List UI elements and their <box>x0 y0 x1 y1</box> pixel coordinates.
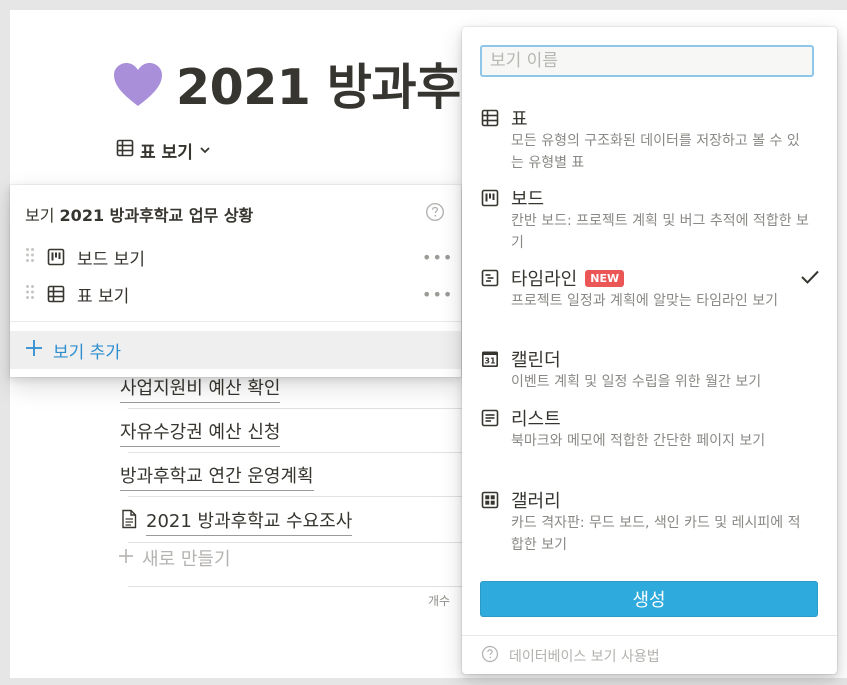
table-divider <box>128 408 470 409</box>
new-badge: NEW <box>585 269 625 287</box>
view-type-list[interactable]: 리스트 북마크와 메모에 적합한 간단한 페이지 보기 <box>481 406 821 452</box>
row-title: 자유수강권 예산 신청 <box>120 418 281 447</box>
divider <box>10 321 461 322</box>
view-item-board[interactable]: 보드 보기 <box>25 244 145 270</box>
view-type-label: 리스트 <box>511 409 561 430</box>
views-menu-title: 보기 2021 방과후학교 업무 상황 <box>25 202 253 226</box>
view-type-gallery[interactable]: 갤러리 카드 격자판: 무드 보드, 색인 카드 및 레시피에 적합한 보기 <box>481 488 821 556</box>
drag-handle-icon[interactable] <box>25 284 35 305</box>
view-type-description: 북마크와 메모에 적합한 간단한 페이지 보기 <box>511 433 766 449</box>
view-type-description: 모든 유형의 구조화된 데이터를 저장하고 볼 수 있는 유형별 표 <box>511 133 800 171</box>
views-menu-title-db: 2021 방과후학교 업무 상황 <box>59 206 254 225</box>
table-row[interactable]: 방과후학교 연간 운영계획 <box>120 462 314 491</box>
table-divider <box>128 496 470 497</box>
calendar-icon: 31 <box>481 350 499 368</box>
row-title: 방과후학교 연간 운영계획 <box>120 462 314 491</box>
view-switch-label: 표 보기 <box>140 143 193 163</box>
view-type-label: 갤러리 <box>511 491 561 512</box>
table-row[interactable]: 자유수강권 예산 신청 <box>120 418 281 447</box>
new-view-panel: 표 모든 유형의 구조화된 데이터를 저장하고 볼 수 있는 유형별 표 보드 … <box>462 27 837 674</box>
help-circle-icon[interactable] <box>425 202 445 226</box>
view-type-description: 프로젝트 일정과 계획에 알맞는 타임라인 보기 <box>511 293 778 309</box>
view-item-label: 보드 보기 <box>77 249 145 270</box>
count-label[interactable]: 개수 <box>428 592 450 609</box>
view-type-label: 타임라인 <box>511 269 578 290</box>
views-menu-title-prefix: 보기 <box>25 206 55 225</box>
chevron-down-icon <box>199 141 211 161</box>
view-type-description: 칸반 보드: 프로젝트 계획 및 버그 추적에 적합한 보기 <box>511 213 809 251</box>
view-type-description: 이벤트 계획 및 일정 수립을 위한 월간 보기 <box>511 374 762 390</box>
more-icon[interactable]: ••• <box>422 285 453 304</box>
table-divider <box>128 586 470 587</box>
view-item-label: 표 보기 <box>77 286 130 307</box>
table-icon <box>481 109 499 127</box>
plus-icon <box>118 548 134 569</box>
database-help-label: 데이터베이스 보기 사용법 <box>509 649 660 665</box>
database-help-link[interactable]: 데이터베이스 보기 사용법 <box>481 645 660 667</box>
board-icon <box>47 248 65 266</box>
gallery-icon <box>481 491 499 509</box>
table-icon <box>47 285 65 303</box>
views-menu: 보기 2021 방과후학교 업무 상황 보드 보기 ••• 표 보기 ••• 보… <box>10 185 461 377</box>
help-circle-icon <box>481 645 499 667</box>
create-button[interactable]: 생성 <box>480 581 818 617</box>
checkmark-icon <box>800 269 820 289</box>
board-icon <box>481 189 499 207</box>
view-type-description: 카드 격자판: 무드 보드, 색인 카드 및 레시피에 적합한 보기 <box>511 515 801 553</box>
add-view-label: 보기 추가 <box>53 342 121 363</box>
table-divider <box>128 542 470 543</box>
view-item-table[interactable]: 표 보기 <box>25 281 129 307</box>
view-type-calendar[interactable]: 31 캘린더 이벤트 계획 및 일정 수립을 위한 월간 보기 <box>481 347 821 393</box>
add-view-button[interactable]: 보기 추가 <box>10 331 461 369</box>
timeline-icon <box>481 269 499 287</box>
new-row-label: 새로 만들기 <box>142 549 231 570</box>
view-type-label: 표 <box>511 109 528 130</box>
view-type-table[interactable]: 표 모든 유형의 구조화된 데이터를 저장하고 볼 수 있는 유형별 표 <box>481 106 821 174</box>
list-icon <box>481 409 499 427</box>
view-type-timeline[interactable]: 타임라인 NEW 프로젝트 일정과 계획에 알맞는 타임라인 보기 <box>481 266 821 312</box>
calendar-icon-text: 31 <box>484 357 496 366</box>
view-type-label: 캘린더 <box>511 350 561 371</box>
new-row-button[interactable]: 새로 만들기 <box>118 545 231 571</box>
table-row[interactable]: 사업지원비 예산 확인 <box>120 374 281 403</box>
view-type-label: 보드 <box>511 189 545 210</box>
table-row[interactable]: 2021 방과후학교 수요조사 <box>120 507 353 536</box>
table-divider <box>128 452 470 453</box>
document-icon <box>120 509 138 534</box>
view-name-input[interactable] <box>480 45 814 77</box>
row-title: 2021 방과후학교 수요조사 <box>146 507 353 536</box>
divider <box>462 635 837 636</box>
more-icon[interactable]: ••• <box>422 248 453 267</box>
table-icon <box>116 139 134 162</box>
purple-heart-icon[interactable] <box>112 62 164 120</box>
plus-icon <box>25 339 43 362</box>
drag-handle-icon[interactable] <box>25 247 35 268</box>
view-switcher[interactable]: 표 보기 <box>116 138 211 163</box>
row-title: 사업지원비 예산 확인 <box>120 374 281 403</box>
view-type-board[interactable]: 보드 칸반 보드: 프로젝트 계획 및 버그 추적에 적합한 보기 <box>481 186 821 254</box>
